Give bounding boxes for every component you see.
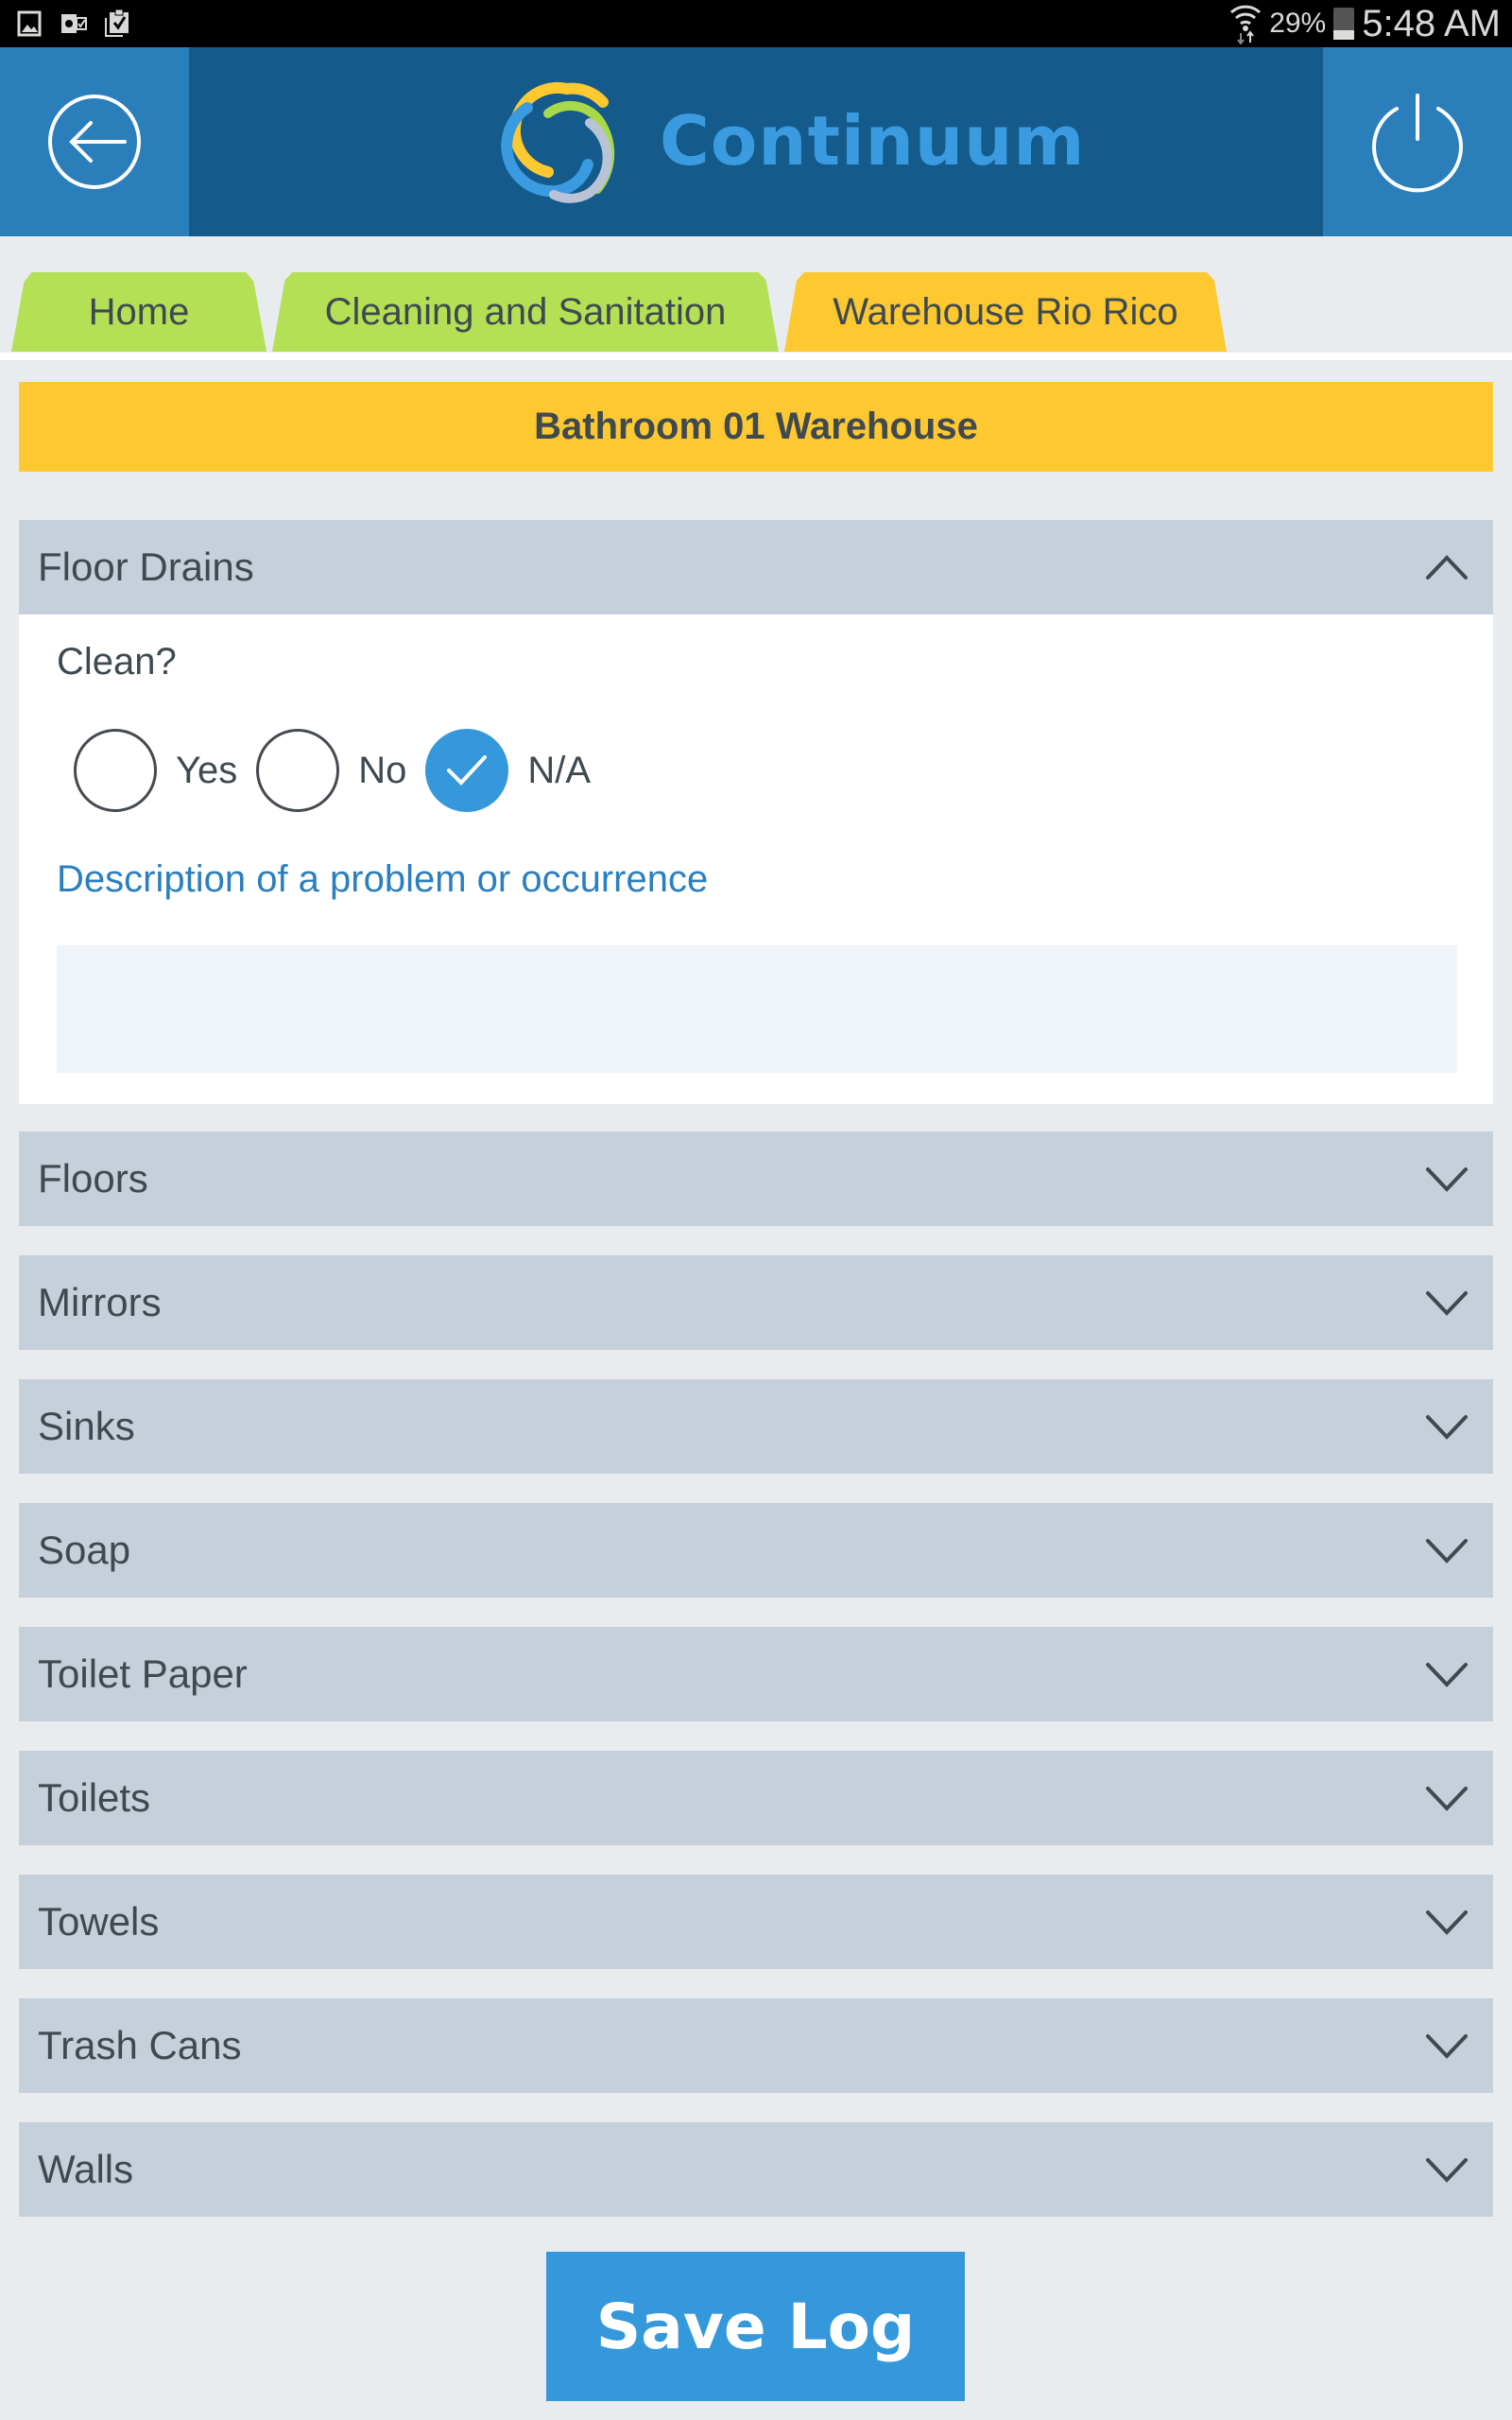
power-icon <box>1372 94 1463 193</box>
back-button[interactable] <box>0 47 189 236</box>
section-header-walls[interactable]: Walls <box>19 2122 1493 2217</box>
section-header-soap[interactable]: Soap <box>19 1503 1493 1598</box>
battery-percent: 29% <box>1269 8 1327 39</box>
back-arrow-circle-icon <box>48 95 141 189</box>
section-header-toilets[interactable]: Toilets <box>19 1751 1493 1845</box>
section-toilets: Toilets <box>19 1751 1493 1845</box>
outlook-icon <box>61 14 87 33</box>
section-label: Sinks <box>38 1404 135 1448</box>
gallery-icon <box>17 10 42 37</box>
radio-na-label[interactable]: N/A <box>527 750 591 792</box>
section-header-toilet-paper[interactable]: Toilet Paper <box>19 1627 1493 1721</box>
chevron-down-icon <box>1426 1167 1468 1192</box>
section-label: Soap <box>38 1528 131 1572</box>
chevron-down-icon <box>1426 1910 1468 1935</box>
chevron-down-icon <box>1426 1663 1468 1687</box>
section-floors: Floors <box>19 1132 1493 1226</box>
section-walls: Walls <box>19 2122 1493 2217</box>
chevron-down-icon <box>1426 2158 1468 2183</box>
tab-divider <box>0 353 1512 360</box>
page-title-text: Bathroom 01 Warehouse <box>534 406 978 447</box>
chevron-down-icon <box>1426 1539 1468 1564</box>
save-log-button[interactable]: Save Log <box>546 2252 965 2401</box>
app-name: Continuum <box>660 101 1086 181</box>
description-label: Description of a problem or occurrence <box>57 858 709 900</box>
section-label: Toilets <box>38 1775 151 1820</box>
checkmark-icon <box>447 755 488 786</box>
section-towels: Towels <box>19 1875 1493 1969</box>
tab-label: Cleaning and Sanitation <box>324 290 727 333</box>
section-body-floor-drains: Clean? Yes No N/A Description of a probl… <box>19 614 1493 1104</box>
section-soap: Soap <box>19 1503 1493 1598</box>
app-header: Continuum <box>0 47 1512 236</box>
chevron-down-icon <box>1426 1291 1468 1316</box>
clock: 5:48 AM <box>1362 2 1501 44</box>
radio-yes[interactable] <box>74 729 157 812</box>
section-header-mirrors[interactable]: Mirrors <box>19 1255 1493 1350</box>
section-header-floor-drains[interactable]: Floor Drains <box>19 520 1493 614</box>
chevron-down-icon <box>1426 1415 1468 1440</box>
radio-no[interactable] <box>256 729 340 812</box>
breadcrumb-tab-cleaning-and-sanitation[interactable]: Cleaning and Sanitation <box>272 272 779 352</box>
tab-label: Home <box>88 290 190 333</box>
app-logo: Continuum <box>491 70 1085 212</box>
section-label: Walls <box>38 2147 134 2191</box>
section-toilet-paper: Toilet Paper <box>19 1627 1493 1721</box>
description-input[interactable] <box>57 945 1457 1073</box>
section-label: Mirrors <box>38 1280 162 1324</box>
section-mirrors: Mirrors <box>19 1255 1493 1350</box>
section-label: Floor Drains <box>38 544 254 589</box>
battery-icon <box>1333 8 1355 40</box>
question-label: Clean? <box>57 641 177 683</box>
status-bar: 29% 5:48 AM <box>0 0 1512 47</box>
section-label: Toilet Paper <box>38 1651 248 1696</box>
section-label: Trash Cans <box>38 2023 242 2067</box>
breadcrumb: Home Cleaning and Sanitation Warehouse R… <box>0 272 1512 352</box>
radio-no-label[interactable]: No <box>358 750 406 792</box>
section-header-floors[interactable]: Floors <box>19 1132 1493 1226</box>
breadcrumb-tab-home[interactable]: Home <box>11 272 266 352</box>
radio-yes-label[interactable]: Yes <box>176 750 237 792</box>
chevron-up-icon <box>1426 555 1468 579</box>
clipboard-check-icon <box>105 9 129 37</box>
radio-na[interactable] <box>425 729 509 812</box>
section-label: Towels <box>38 1899 160 1944</box>
section-floor-drains: Floor Drains Clean? Yes No N/A Descripti… <box>19 520 1493 1104</box>
chevron-down-icon <box>1426 2034 1468 2059</box>
clean-radio-group: Yes No N/A <box>74 728 610 813</box>
section-header-towels[interactable]: Towels <box>19 1875 1493 1969</box>
wifi-icon <box>1230 5 1262 44</box>
chevron-down-icon <box>1426 1787 1468 1811</box>
section-sinks: Sinks <box>19 1379 1493 1474</box>
section-label: Floors <box>38 1156 148 1201</box>
tab-label: Warehouse Rio Rico <box>833 290 1178 333</box>
continuum-logo-icon <box>501 81 615 203</box>
section-trash-cans: Trash Cans <box>19 1998 1493 2093</box>
section-header-trash-cans[interactable]: Trash Cans <box>19 1998 1493 2093</box>
logout-power-button[interactable] <box>1323 47 1512 236</box>
breadcrumb-tab-warehouse-rio-rico[interactable]: Warehouse Rio Rico <box>784 272 1227 352</box>
section-header-sinks[interactable]: Sinks <box>19 1379 1493 1474</box>
page-title: Bathroom 01 Warehouse <box>19 382 1493 472</box>
